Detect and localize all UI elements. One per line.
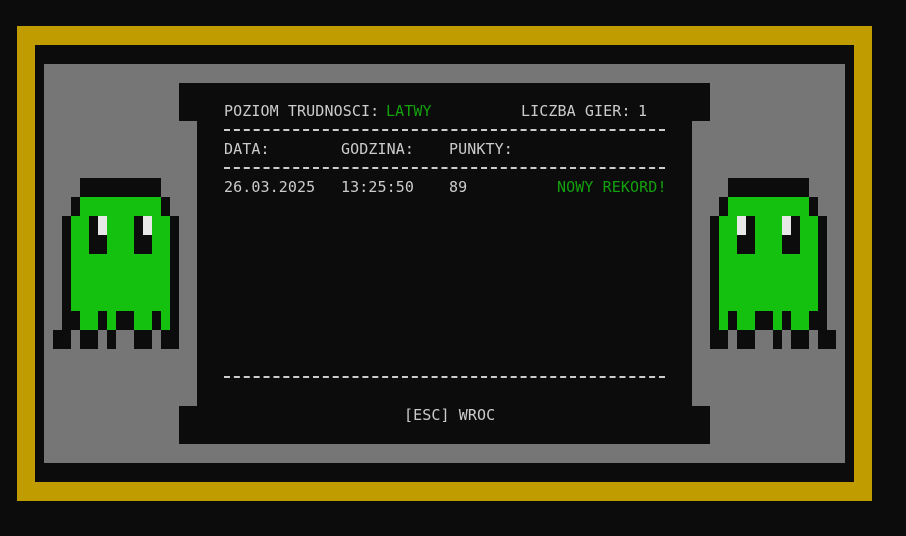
column-header-date: DATA:	[224, 140, 270, 158]
column-header-time: GODZINA:	[341, 140, 415, 158]
separator-bottom	[224, 376, 665, 378]
games-count-value: 1	[638, 102, 648, 120]
games-count-label: LICZBA GIER:	[521, 102, 631, 120]
row-time: 13:25:50	[341, 178, 415, 196]
new-record-badge: NOWY REKORD!	[557, 178, 667, 196]
column-header-points: PUNKTY:	[449, 140, 513, 158]
row-date: 26.03.2025	[224, 178, 316, 196]
back-button[interactable]: [ESC] WROC	[404, 406, 495, 425]
separator-header	[224, 167, 665, 169]
scoreboard-panel	[197, 121, 692, 406]
difficulty-value: LATWY	[386, 102, 432, 120]
green-ghost-icon	[53, 178, 179, 349]
green-ghost-icon	[710, 178, 836, 349]
row-points: 89	[449, 178, 468, 196]
difficulty-label: POZIOM TRUDNOSCI:	[224, 102, 380, 120]
separator-top	[224, 129, 665, 131]
